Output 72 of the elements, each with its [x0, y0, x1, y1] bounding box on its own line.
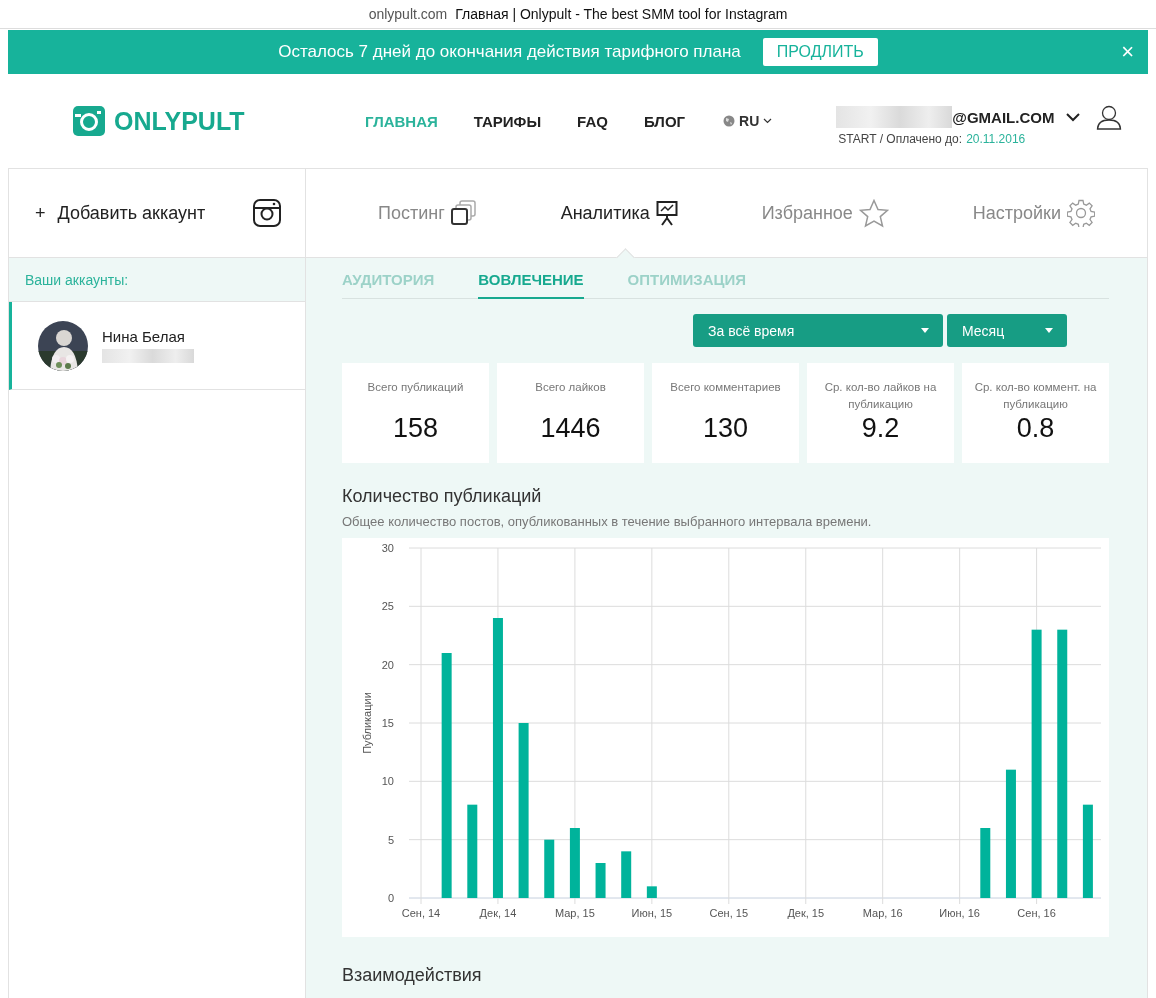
instagram-icon[interactable] — [253, 199, 281, 227]
close-button[interactable]: × — [1117, 39, 1138, 65]
banner-message: Осталось 7 дней до окончания действия тарифного плана — [278, 42, 741, 62]
axis-label: Мар, 15 — [554, 907, 595, 919]
stat-value: 1446 — [540, 413, 601, 444]
settings-icon — [1067, 199, 1096, 227]
axis-label: Мар, 16 — [862, 907, 903, 919]
axis-label: 15 — [381, 717, 394, 729]
presentation-chart-icon — [655, 200, 678, 226]
star-icon — [858, 198, 889, 228]
stat-label: Всего публикаций — [367, 380, 464, 395]
axis-label: Сен, 15 — [709, 907, 749, 919]
caret-icon — [921, 328, 929, 333]
chevron-icon — [763, 118, 773, 124]
chevron-icon[interactable] — [1066, 112, 1081, 122]
browser-url: onlypult.com — [368, 6, 448, 22]
account-item[interactable]: Нина Белая — [9, 302, 305, 390]
section-title: Количество публикаций — [342, 486, 543, 507]
axis-label: 0 — [387, 892, 394, 904]
account-email: @GMAIL.COM — [952, 108, 1055, 126]
axis-label: Июн, 15 — [631, 907, 673, 919]
stat-value: 158 — [392, 413, 439, 444]
bar — [646, 886, 657, 898]
stat-value: 9.2 — [861, 413, 900, 444]
axis-label: 10 — [381, 775, 394, 788]
stat-label: Ср. кол-во лайков на публикацию — [823, 380, 938, 412]
accounts-heading: Ваши аккаунты: — [25, 271, 129, 288]
caret-icon — [1045, 328, 1053, 333]
bar — [621, 851, 632, 898]
stat-label: Ср. кол-во коммент. на публикацию — [974, 380, 1097, 412]
paid-until-date: 20.11.2016 — [966, 132, 1026, 146]
plan-label: START / Оплачено до: — [838, 132, 963, 146]
axis-label: Сен, 16 — [1017, 907, 1056, 919]
nav-link[interactable]: ТАРИФЫ — [473, 112, 542, 130]
renew-button[interactable]: ПРОДЛИТЬ — [762, 38, 878, 66]
add-account-button[interactable]: + Добавить аккаунт — [35, 202, 206, 224]
axis-label: Дек, 14 — [479, 907, 517, 919]
axis-label: 5 — [387, 833, 394, 846]
user-icon[interactable] — [1096, 104, 1123, 130]
axis-label: Июн, 16 — [939, 907, 980, 919]
copy-icon — [450, 200, 477, 226]
globe-icon — [723, 115, 736, 127]
axis-label: 25 — [381, 600, 394, 613]
axis-label: 20 — [381, 658, 394, 671]
logo-text: ONLYPULT — [114, 106, 245, 136]
language-selector[interactable]: RU — [723, 113, 773, 129]
nav-link[interactable]: ГЛАВНАЯ — [365, 112, 438, 130]
account-name: Нина Белая — [102, 328, 186, 345]
axis-label: 30 — [381, 542, 394, 554]
section-tab[interactable]: Избранное — [761, 169, 889, 257]
axis-label: Сен, 14 — [401, 907, 441, 919]
bar — [544, 839, 555, 898]
bar — [980, 828, 991, 898]
section-title: Взаимодействия — [342, 965, 483, 986]
stat-value: 130 — [702, 413, 749, 444]
axis-label: Дек, 15 — [787, 907, 825, 919]
section-tab[interactable]: Постинг — [377, 169, 477, 257]
axis-title: Публикации — [361, 692, 373, 754]
bar — [569, 828, 580, 898]
dropdown[interactable]: За всё время — [693, 314, 943, 347]
stat-value: 0.8 — [1016, 413, 1055, 444]
camera-icon — [73, 106, 105, 136]
nav-link[interactable]: БЛОГ — [643, 112, 686, 130]
bar — [595, 863, 606, 898]
browser-title: Главная | Onlypult - The best SMM tool for Instagram — [455, 6, 788, 22]
stat-label: Всего комментариев — [670, 380, 781, 395]
dropdown[interactable]: Месяц — [947, 314, 1067, 347]
stat-label: Всего лайков — [535, 380, 606, 395]
nav-link[interactable]: FAQ — [577, 112, 608, 130]
sub-tab[interactable]: ВОВЛЕЧЕНИЕ — [478, 267, 584, 299]
section-description: Общее количество постов, опубликованных в течение выбранного интервала времени. — [342, 514, 873, 529]
section-tab[interactable]: Настройки — [972, 169, 1096, 257]
